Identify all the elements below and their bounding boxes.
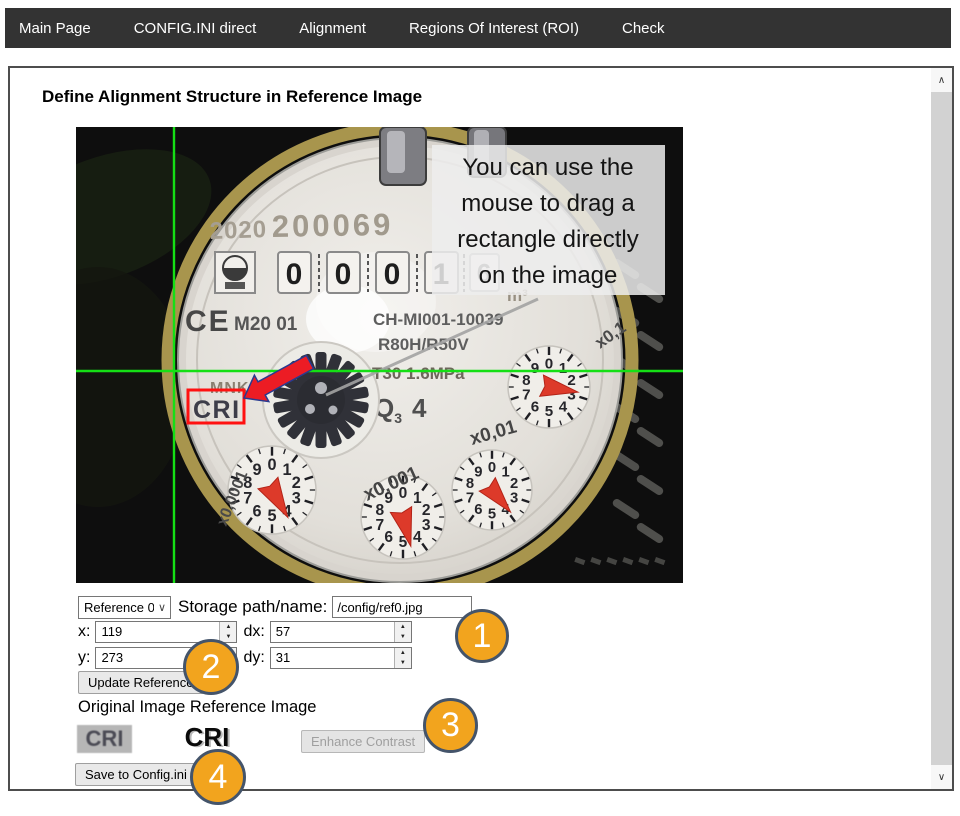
step-annotation-4: 4 <box>190 749 246 805</box>
svg-text:7: 7 <box>466 490 474 506</box>
step-annotation-3: 3 <box>423 698 478 753</box>
svg-text:mouse to drag a: mouse to drag a <box>461 190 635 217</box>
enhance-contrast-button[interactable]: Enhance Contrast <box>301 730 425 753</box>
page-title: Define Alignment Structure in Reference … <box>42 87 422 107</box>
svg-text:3: 3 <box>510 490 518 506</box>
svg-text:5: 5 <box>488 506 496 522</box>
nav-item-main-page[interactable]: Main Page <box>19 20 91 37</box>
step-annotation-1: 1 <box>455 609 509 663</box>
svg-text:5: 5 <box>267 507 276 525</box>
svg-text:7: 7 <box>522 387 530 404</box>
thumbnail-labels: Original Image Reference Image <box>78 698 316 717</box>
step-annotation-2: 2 <box>183 639 239 695</box>
svg-text:8: 8 <box>522 372 530 389</box>
scroll-up-icon[interactable]: ∧ <box>931 68 952 92</box>
odometer-digit: 0 <box>335 258 352 291</box>
serial-year-text: 2020 <box>209 216 267 245</box>
scrollbar-thumb[interactable] <box>931 92 952 765</box>
dy-field: ▲▼ <box>270 647 412 669</box>
svg-text:on the image: on the image <box>479 262 618 289</box>
svg-text:6: 6 <box>384 529 393 546</box>
spinner-down-icon[interactable]: ▼ <box>220 632 236 642</box>
svg-text:1: 1 <box>413 490 422 507</box>
dx-input[interactable] <box>271 622 394 642</box>
top-navigation: Main Page CONFIG.INI direct Alignment Re… <box>5 8 951 48</box>
storage-path-label: Storage path/name: <box>178 597 327 617</box>
svg-text:6: 6 <box>252 502 261 520</box>
spinner-up-icon[interactable]: ▲ <box>395 648 411 658</box>
svg-text:4: 4 <box>413 529 422 546</box>
svg-text:rectangle directly: rectangle directly <box>457 226 638 253</box>
spinner-down-icon[interactable]: ▼ <box>395 632 411 642</box>
svg-text:9: 9 <box>474 464 482 480</box>
original-image-thumbnail: CRI <box>77 725 132 753</box>
svg-text:3: 3 <box>422 517 431 534</box>
scroll-down-icon[interactable]: ∨ <box>931 765 952 789</box>
marker-text: CRI <box>193 396 241 424</box>
svg-text:8: 8 <box>466 476 474 492</box>
ce-mark: CE <box>185 305 231 338</box>
svg-text:5: 5 <box>545 403 553 420</box>
type-approval-text: M20 01 <box>234 314 298 335</box>
y-label: y: <box>78 649 90 667</box>
svg-text:9: 9 <box>252 461 261 479</box>
dy-input[interactable] <box>271 648 394 668</box>
svg-text:3: 3 <box>292 490 301 508</box>
odometer-digit: 0 <box>286 258 303 291</box>
dial-x001: 0123456789 <box>452 450 532 530</box>
spinner-down-icon[interactable]: ▼ <box>395 658 411 668</box>
svg-text:6: 6 <box>531 399 539 416</box>
svg-text:7: 7 <box>376 517 385 534</box>
svg-text:1: 1 <box>502 464 510 480</box>
dial-x01: 0123456789 <box>508 346 590 428</box>
nav-item-check[interactable]: Check <box>622 20 665 37</box>
dy-label: dy: <box>243 649 264 667</box>
svg-text:8: 8 <box>376 502 385 519</box>
serial-number-text: 200069 <box>272 207 394 244</box>
svg-text:1: 1 <box>282 461 291 479</box>
svg-text:1: 1 <box>559 360 567 377</box>
spinner-up-icon[interactable]: ▲ <box>395 622 411 632</box>
reference-select[interactable]: Reference 0 <box>78 596 171 619</box>
svg-text:0: 0 <box>488 460 496 476</box>
nav-item-roi[interactable]: Regions Of Interest (ROI) <box>409 20 579 37</box>
original-image-label: Original Image <box>78 698 185 716</box>
x-label: x: <box>78 623 90 641</box>
cert-number-text: CH-MI001-10039 <box>373 310 503 329</box>
dx-label: dx: <box>243 623 264 641</box>
save-to-config-button[interactable]: Save to Config.ini <box>75 763 197 786</box>
svg-text:4: 4 <box>559 399 568 416</box>
reference-image-label: Reference Image <box>190 698 317 716</box>
gear-wheel <box>263 342 379 458</box>
drag-hint-overlay: You can use the mouse to drag a rectangl… <box>432 145 665 295</box>
svg-text:9: 9 <box>531 360 539 377</box>
reference-image[interactable]: 2020 200069 0 0 0 1 6 m³ <box>76 127 683 583</box>
metal-clip-left <box>380 127 426 185</box>
svg-text:6: 6 <box>474 502 482 518</box>
svg-text:0: 0 <box>267 456 276 474</box>
svg-text:7: 7 <box>243 490 252 508</box>
alignment-panel: Define Alignment Structure in Reference … <box>8 66 954 791</box>
odometer-digit: 0 <box>384 258 401 291</box>
nav-item-alignment[interactable]: Alignment <box>299 20 366 37</box>
reference-image-thumbnail: CRI <box>178 721 236 753</box>
nav-item-config-ini[interactable]: CONFIG.INI direct <box>134 20 257 37</box>
storage-path-input[interactable] <box>332 596 472 618</box>
vertical-scrollbar[interactable]: ∧ ∨ <box>931 68 952 789</box>
svg-text:You can use the: You can use the <box>462 154 633 181</box>
spinner-up-icon[interactable]: ▲ <box>220 622 236 632</box>
dx-field: ▲▼ <box>270 621 412 643</box>
x-input[interactable] <box>96 622 219 642</box>
